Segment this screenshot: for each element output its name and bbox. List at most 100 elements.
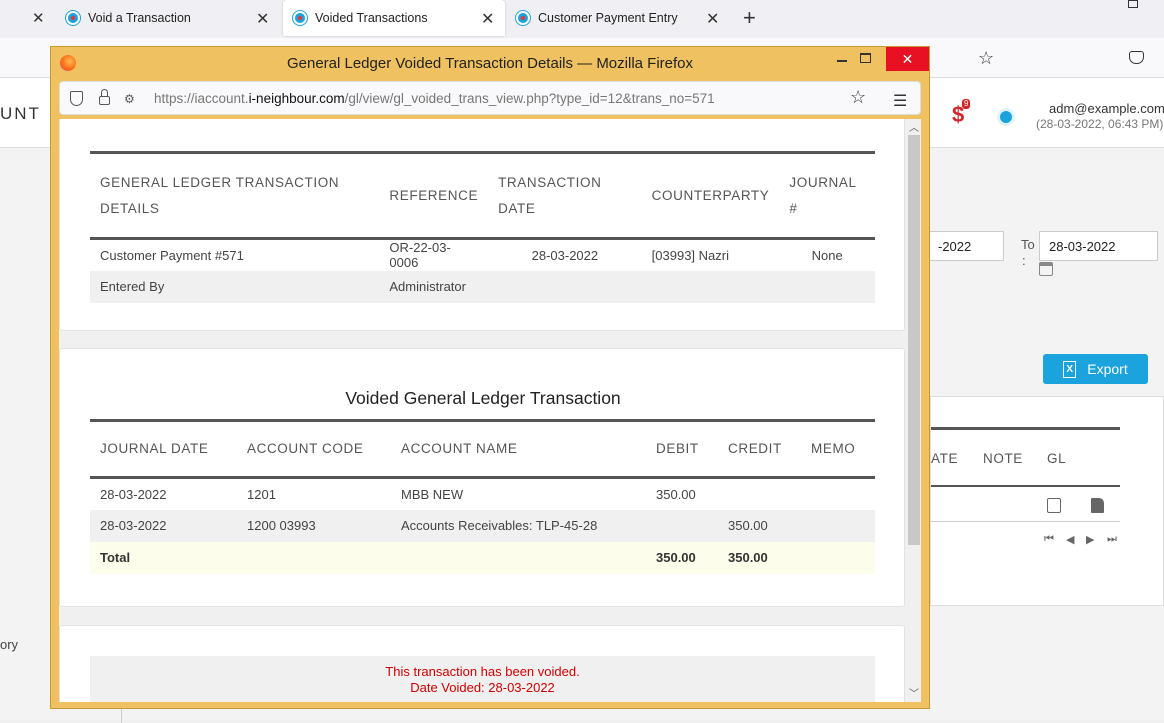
export-label: Export [1087, 361, 1128, 377]
counterparty-cell: [03993] Nazri [651, 247, 729, 263]
journal-cell: None [811, 247, 843, 263]
journal-date-cell: 28-03-2022 [90, 509, 237, 542]
url-text[interactable]: https://iaccount.i-neighbour.com/gl/view… [154, 91, 715, 106]
column-header: COUNTERPARTY [651, 187, 770, 203]
url-prefix: https://iaccount. [154, 91, 249, 106]
table-row: Customer Payment #571 OR-22-03-0006 28-0… [90, 238, 875, 271]
tab-label: Void a Transaction [88, 11, 191, 25]
lock-shackle-icon [101, 89, 108, 97]
prev-page-icon[interactable]: ◀ [1066, 533, 1074, 546]
close-tab-icon[interactable]: ✕ [256, 9, 269, 29]
section-title: Voided General Ledger Transaction [345, 388, 621, 408]
table-header-border [931, 485, 1120, 487]
restore-window-icon[interactable] [1128, 0, 1138, 8]
void-notice-card: This transaction has been voided. Date V… [59, 625, 905, 702]
total-label: Total [90, 541, 237, 574]
lock-icon[interactable] [99, 96, 110, 105]
calendar-icon[interactable] [1039, 262, 1053, 276]
background-table-panel: ATE NOTE GL ⏮ ◀ ▶ ⏭ [930, 396, 1164, 606]
void-date-text: Date Voided: 28-03-2022 [410, 680, 555, 695]
user-avatar-icon[interactable] [997, 108, 1015, 126]
excel-icon: X [1063, 360, 1077, 378]
sidebar-item-label[interactable]: ory [0, 637, 18, 652]
to-date-input[interactable]: 28-03-2022 [1039, 231, 1158, 261]
journal-date-cell: 28-03-2022 [100, 486, 167, 502]
tab-customer-payment-entry[interactable]: Customer Payment Entry ✕ [508, 0, 730, 36]
debit-cell [646, 509, 718, 542]
user-login-time: (28-03-2022, 06:43 PM) [1036, 117, 1164, 131]
app-favicon-icon [293, 11, 307, 25]
void-notice-box: This transaction has been voided. Date V… [90, 656, 875, 702]
tab-label: Voided Transactions [315, 11, 428, 25]
account-name-cell: Accounts Receivables: TLP-45-28 [391, 509, 646, 542]
close-tab-icon[interactable]: ✕ [32, 9, 45, 27]
popup-window: General Ledger Voided Transaction Detail… [50, 46, 930, 709]
tab-label: Customer Payment Entry [538, 11, 678, 25]
app-favicon-icon [516, 11, 530, 25]
entered-by-label: Entered By [90, 270, 380, 303]
scroll-down-icon[interactable]: ﹀ [909, 685, 919, 700]
close-tab-icon[interactable]: ✕ [481, 9, 494, 29]
table-top-border [931, 427, 1120, 430]
pocket-icon[interactable] [1129, 51, 1144, 64]
column-header: GENERAL LEDGER TRANSACTION DETAILS [100, 174, 340, 216]
url-path: /gl/view/gl_voided_trans_view.php?type_i… [344, 91, 715, 106]
table-row-border [931, 521, 1120, 522]
date-cell: 28-03-2022 [531, 247, 599, 263]
gl-calculator-icon[interactable] [1047, 498, 1061, 513]
details-table: GENERAL LEDGER TRANSACTION DETAILS REFER… [90, 151, 875, 303]
scrollbar-thumb[interactable] [908, 135, 920, 545]
url-domain: i-neighbour.com [248, 91, 345, 106]
void-notice-text: This transaction has been voided. [385, 664, 580, 679]
next-page-icon[interactable]: ▶ [1086, 533, 1094, 546]
first-page-icon[interactable]: ⏮ [1044, 533, 1054, 546]
vertical-scrollbar[interactable]: ︿ ﹀ [907, 119, 921, 702]
credit-cell [718, 478, 801, 510]
column-header: GL [1047, 451, 1067, 466]
document-icon[interactable] [1091, 498, 1104, 513]
tab-voided-transactions[interactable]: Voided Transactions ✕ [283, 0, 505, 36]
minimize-icon[interactable] [837, 60, 847, 62]
scroll-up-icon[interactable]: ︿ [909, 119, 919, 134]
description-cell: Customer Payment #571 [100, 247, 244, 263]
voided-transaction-card: Voided General Ledger Transaction JOURNA… [59, 348, 905, 607]
permissions-icon[interactable]: ⚙ [124, 92, 135, 106]
account-code-cell: 1200 03993 [237, 509, 391, 542]
bookmark-star-icon[interactable]: ☆ [978, 48, 994, 69]
notification-badge: 9 [962, 99, 971, 109]
maximize-icon[interactable] [860, 53, 871, 63]
window-title: General Ledger Voided Transaction Detail… [286, 54, 694, 72]
from-date-input[interactable]: -2022 [928, 231, 1004, 261]
close-tab-icon[interactable]: ✕ [706, 9, 719, 29]
close-window-button[interactable]: ✕ [886, 47, 929, 71]
details-header-row: GENERAL LEDGER TRANSACTION DETAILS REFER… [90, 152, 875, 239]
transaction-details-card: GENERAL LEDGER TRANSACTION DETAILS REFER… [59, 119, 905, 331]
entered-by-value: Administrator [379, 270, 489, 303]
menu-icon[interactable]: ☰ [893, 91, 907, 111]
column-header: NOTE [983, 451, 1023, 466]
column-header: CREDIT [728, 441, 782, 456]
column-header: DEBIT [656, 441, 699, 456]
column-header: JOURNAL # [789, 174, 857, 216]
credit-cell: 350.00 [718, 509, 801, 542]
shield-icon[interactable] [70, 91, 83, 106]
memo-cell [801, 478, 875, 510]
to-date-label: To [1021, 237, 1035, 252]
export-button[interactable]: X Export [1043, 354, 1148, 384]
total-row: Total 350.00 350.00 [90, 541, 875, 574]
url-bar[interactable]: ⚙ https://iaccount.i-neighbour.com/gl/vi… [59, 81, 921, 115]
account-code-cell: 1201 [247, 486, 276, 502]
column-header: REFERENCE [389, 187, 479, 203]
column-header: ACCOUNT CODE [247, 441, 364, 456]
journal-table: JOURNAL DATE ACCOUNT CODE ACCOUNT NAME D… [90, 419, 875, 574]
column-header: JOURNAL DATE [100, 441, 209, 456]
last-page-icon[interactable]: ⏭ [1107, 533, 1117, 546]
user-email[interactable]: adm@example.com [1049, 101, 1164, 116]
bookmark-star-icon[interactable]: ☆ [850, 87, 866, 108]
journal-header-row: JOURNAL DATE ACCOUNT CODE ACCOUNT NAME D… [90, 420, 875, 478]
column-header: MEMO [811, 441, 856, 456]
app-favicon-icon [66, 11, 80, 25]
tab-void-a-transaction[interactable]: Void a Transaction ✕ [56, 0, 278, 36]
new-tab-icon[interactable]: + [743, 5, 756, 31]
column-header: ACCOUNT NAME [401, 441, 518, 456]
